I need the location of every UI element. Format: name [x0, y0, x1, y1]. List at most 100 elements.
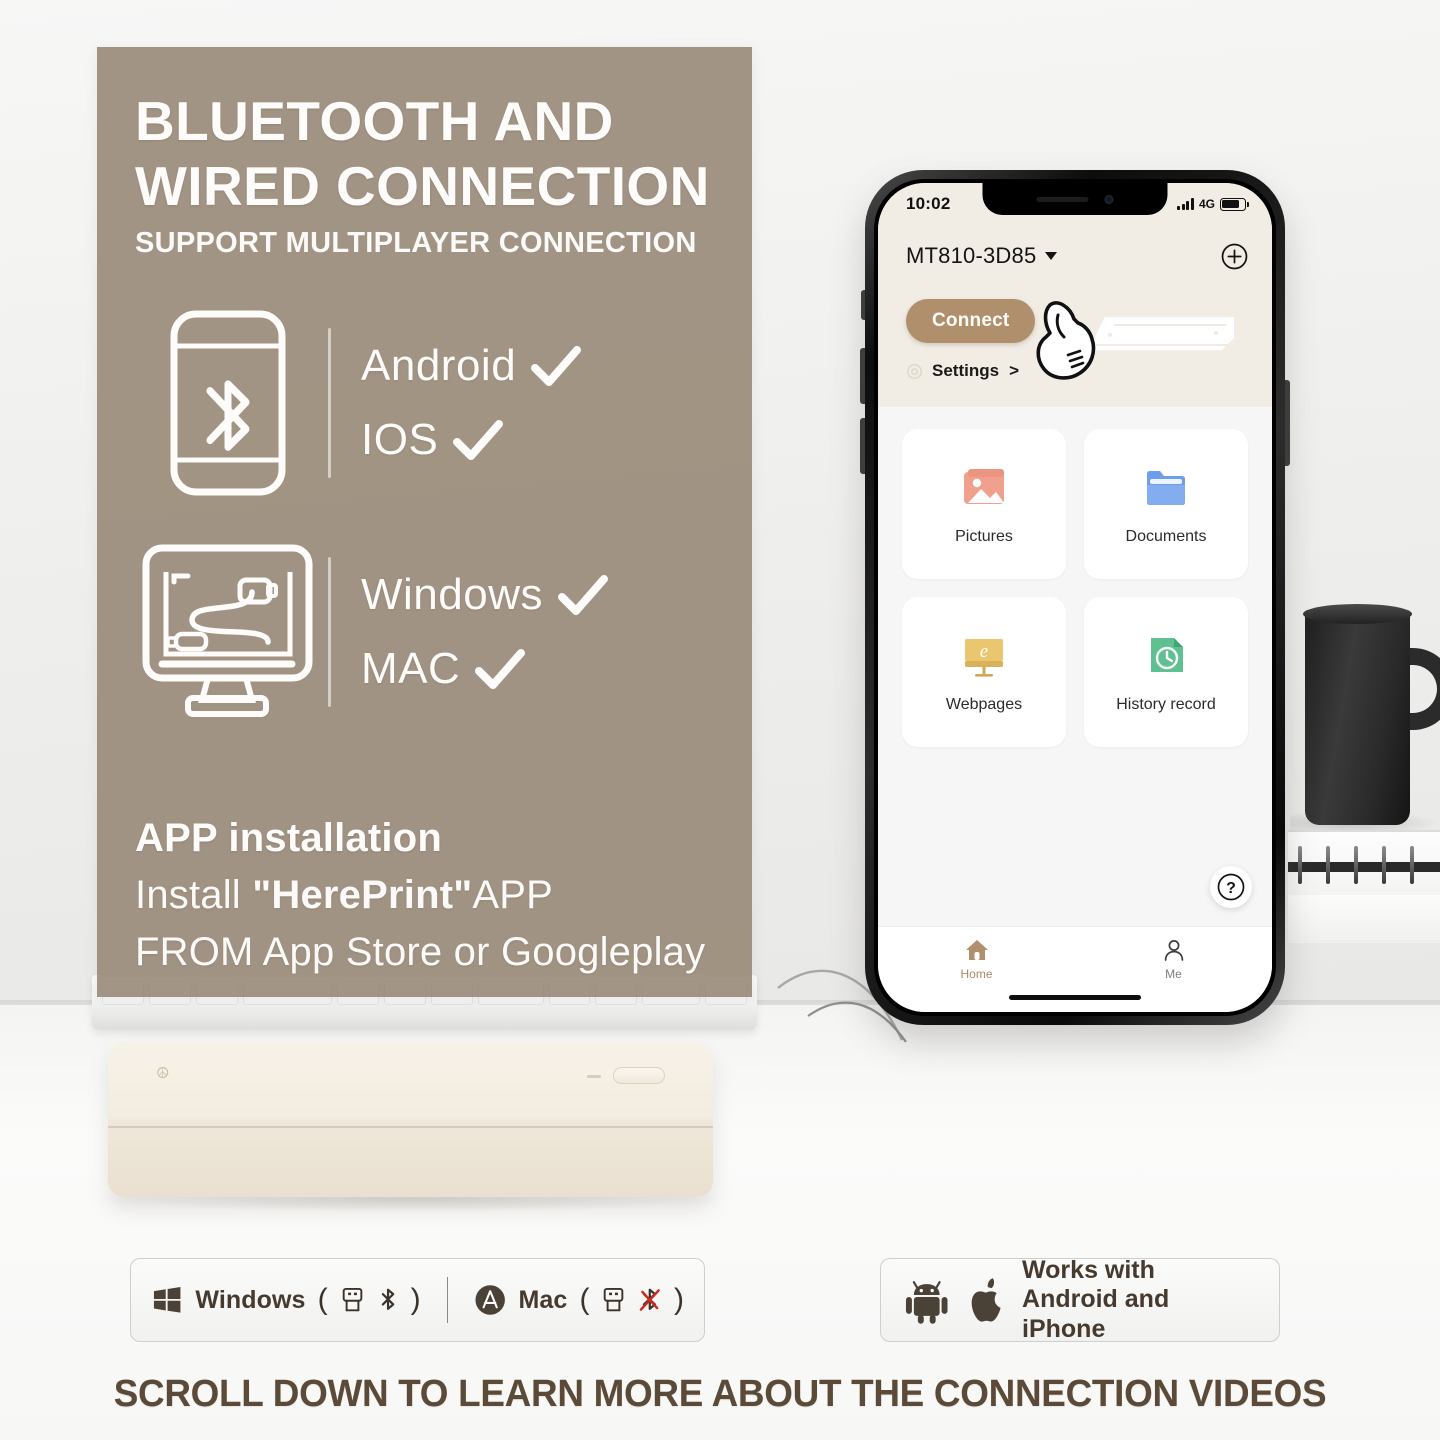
settings-link[interactable]: Settings >: [906, 361, 1035, 381]
picture-icon: [964, 469, 1004, 504]
tab-label: Home: [960, 967, 993, 981]
phone-notch: [982, 183, 1168, 215]
os-row-mac: MAC: [361, 644, 609, 694]
monitor-usb-cable-icon: [135, 542, 320, 722]
bluetooth-crossed-out-icon: [640, 1288, 661, 1311]
os-divider: [328, 556, 331, 707]
network-label: 4G: [1198, 197, 1215, 211]
os-label-android: Android: [361, 340, 517, 390]
mac-open-paren: (: [579, 1283, 590, 1316]
tab-me[interactable]: Me: [1075, 938, 1272, 981]
footer-caption: SCROLL DOWN TO LEARN MORE ABOUT THE CONN…: [113, 1373, 1327, 1415]
works-with-line-1: Works with: [1022, 1255, 1155, 1284]
check-icon: [475, 648, 526, 689]
works-with-text: Works with Android and iPhone: [1022, 1256, 1257, 1345]
app-installation-block: APP installation Install "HerePrint"APP …: [135, 816, 735, 975]
os-label-ios: IOS: [361, 414, 439, 464]
bottom-tab-bar: Home Me: [878, 926, 1272, 1012]
check-icon: [558, 574, 608, 615]
browser-icon: e: [965, 639, 1003, 677]
poster-headline: BLUETOOTH AND WIRED CONNECTION: [97, 89, 752, 219]
connect-card: Connect Settings >: [878, 287, 1272, 407]
plus-circle-icon[interactable]: [1221, 243, 1248, 270]
os-row-android: Android: [361, 341, 582, 391]
usb-icon: [604, 1288, 624, 1312]
front-camera: [1104, 194, 1114, 204]
notebook-page: [1288, 895, 1440, 943]
app-store-icon: [475, 1285, 506, 1315]
connect-button[interactable]: Connect: [906, 299, 1036, 343]
portable-printer: ☮: [108, 1042, 713, 1197]
tile-label: Documents: [1125, 528, 1207, 545]
tile-label: History record: [1116, 696, 1216, 713]
install-line-2: FROM App Store or Googleplay: [135, 930, 706, 974]
android-robot-icon: [905, 1281, 948, 1324]
headline-line-1: BLUETOOTH AND: [135, 90, 614, 152]
notebook-spiral: [1288, 846, 1440, 886]
person-icon: [1164, 940, 1183, 961]
chevron-down-icon: [1045, 252, 1058, 260]
svg-text:e: e: [980, 641, 988, 662]
windows-open-paren: (: [317, 1283, 328, 1316]
mac-close-paren: ): [674, 1283, 684, 1316]
check-icon: [453, 419, 504, 460]
feature-poster: BLUETOOTH AND WIRED CONNECTION SUPPORT M…: [97, 47, 752, 997]
settings-label: Settings: [932, 361, 1000, 380]
os-support-block: Android IOS Windows MAC: [97, 308, 752, 722]
windows-logo-icon: [153, 1287, 181, 1313]
install-app-name: "HerePrint": [252, 873, 473, 917]
help-button[interactable]: ?: [1210, 866, 1252, 908]
gear-icon: [907, 363, 922, 379]
history-icon: [1151, 638, 1183, 672]
windows-close-paren: ): [410, 1283, 421, 1316]
status-time: 10:02: [906, 194, 951, 213]
printer-brand-logo: ☮: [156, 1065, 170, 1082]
signal-bars-icon: [1177, 198, 1194, 210]
printer-seam: [108, 1126, 713, 1128]
wired-os-list: Windows MAC: [361, 570, 609, 694]
phone-screen: 10:02 4G MT810-3D85 Connect Settings > P…: [878, 183, 1272, 1012]
pointing-hand-icon: [1036, 301, 1096, 380]
badge-divider: [446, 1277, 449, 1323]
status-indicators: 4G: [1177, 197, 1249, 211]
app-header: MT810-3D85: [878, 225, 1272, 287]
device-selector[interactable]: MT810-3D85: [906, 243, 1058, 269]
check-icon: [531, 345, 582, 386]
device-name-label: MT810-3D85: [906, 243, 1037, 268]
printer-power-button: [613, 1067, 665, 1084]
question-mark-icon: ?: [1217, 873, 1245, 901]
tile-pictures[interactable]: Pictures: [902, 429, 1066, 579]
home-indicator: [1009, 995, 1141, 1000]
windows-label: Windows: [195, 1285, 306, 1314]
bluetooth-icon: [381, 1288, 394, 1310]
headline-line-2: WIRED CONNECTION: [135, 154, 710, 217]
tile-documents[interactable]: Documents: [1084, 429, 1248, 579]
phone-bluetooth-icon: [135, 308, 320, 498]
works-with-badge: Works with Android and iPhone: [880, 1256, 1280, 1345]
os-row-windows: Windows: [361, 570, 609, 620]
poster-subheadline: SUPPORT MULTIPLAYER CONNECTION: [135, 226, 697, 259]
settings-chevron: >: [1009, 361, 1019, 380]
bluetooth-support-group: Android IOS: [135, 308, 752, 498]
mac-label: Mac: [518, 1285, 568, 1314]
printer-device-icon: [1091, 316, 1235, 352]
install-suffix: APP: [472, 873, 554, 917]
tile-label: Webpages: [945, 696, 1023, 713]
folder-icon: [1147, 471, 1185, 505]
tab-home[interactable]: Home: [878, 938, 1075, 981]
svg-text:?: ?: [1226, 880, 1236, 897]
coffee-mug: [1305, 610, 1410, 825]
battery-icon: [1220, 197, 1249, 211]
os-compatibility-badge: Windows ( ) Mac ( ): [130, 1258, 705, 1342]
usb-icon: [342, 1288, 362, 1312]
earpiece-speaker: [1036, 196, 1089, 202]
phone-bezel: 10:02 4G MT810-3D85 Connect Settings > P…: [874, 179, 1276, 1016]
printer-status-led: [587, 1075, 601, 1078]
connect-card-left: Connect Settings >: [906, 295, 1096, 381]
tile-history-record[interactable]: History record: [1084, 597, 1248, 747]
smartphone: 10:02 4G MT810-3D85 Connect Settings > P…: [865, 170, 1285, 1025]
os-label-windows: Windows: [361, 569, 543, 619]
tile-webpages[interactable]: e Webpages: [902, 597, 1066, 747]
bluetooth-os-list: Android IOS: [361, 341, 582, 465]
apple-logo-icon: [972, 1278, 1002, 1322]
